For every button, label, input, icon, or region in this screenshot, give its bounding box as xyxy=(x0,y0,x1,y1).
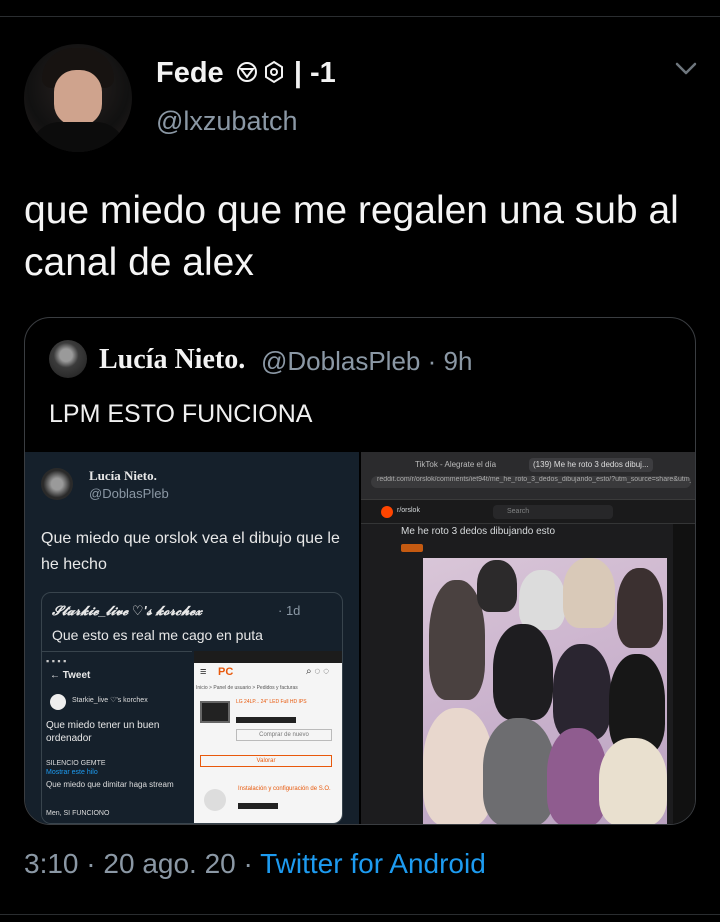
media-image-left[interactable]: Lucía Nieto. @DoblasPleb Que miedo que o… xyxy=(25,452,359,824)
phone-name: Starkie_live ♡'s korchex xyxy=(72,697,148,704)
shop-breadcrumb: Inicio > Panel de usuario > Pedidos y fa… xyxy=(196,685,298,691)
user-handle[interactable]: @lxzubatch xyxy=(156,106,297,137)
phone-line1: SILENCIO GEMTE xyxy=(46,760,106,767)
product-name: LG 24LP... 24" LED Full HD IPS xyxy=(236,699,307,705)
browser-toolbar: TikTok - Alegrate el día (139) Me he rot… xyxy=(361,452,695,500)
post-flair xyxy=(401,544,423,552)
figure-12 xyxy=(599,738,667,824)
emoji-icons xyxy=(236,60,283,84)
browser-tab-1: TikTok - Alegrate el día xyxy=(415,460,497,469)
buy-again-button: Comprar de nuevo xyxy=(236,729,332,741)
service-name: Instalación y configuración de S.O. xyxy=(238,786,331,792)
dot-separator: · xyxy=(427,346,444,376)
figure-2 xyxy=(477,560,517,612)
figure-3 xyxy=(519,570,565,630)
display-name-text: Fede xyxy=(156,57,224,89)
media-image-right[interactable]: TikTok - Alegrate el día (139) Me he rot… xyxy=(361,452,695,824)
avatar-face xyxy=(54,70,102,126)
figure-7 xyxy=(553,644,611,740)
reddit-header: r/orslok Search xyxy=(361,500,695,524)
dot-separator: · xyxy=(243,848,261,879)
inner-quoted-name: 𝓢𝓽𝓪𝓻𝓴𝓲𝓮_𝓵𝓲𝓿𝓮 ♡'𝓼 𝓴𝓸𝓻𝓬𝓱𝓮𝔁 xyxy=(52,603,203,618)
reddit-search: Search xyxy=(493,505,613,519)
phone-tweet-header: ← Tweet xyxy=(50,670,91,681)
quoted-text: LPM ESTO FUNCIONA xyxy=(49,400,313,428)
quoted-handle: @DoblasPleb xyxy=(261,346,421,376)
top-divider xyxy=(0,16,720,17)
drawing-artwork xyxy=(423,558,667,824)
search-icon: ⌕ ◌ ◌ xyxy=(306,666,330,677)
status-bar: ▪ ▪ ▪ ▪ xyxy=(46,656,67,666)
phone-line3: Que miedo que dimitar haga stream xyxy=(46,780,174,789)
service-icon xyxy=(204,789,226,811)
figure-6 xyxy=(493,624,553,720)
tweet-time: 3:10 xyxy=(24,848,79,879)
profile-avatar[interactable] xyxy=(24,44,132,152)
inner-tweet-text: Que miedo que orslok vea el dibujo que l… xyxy=(41,530,340,573)
inner-avatar xyxy=(41,468,73,500)
quoted-meta: @DoblasPleb · 9h xyxy=(261,346,472,377)
tweet-text: que miedo que me regalen una sub al cana… xyxy=(24,189,679,284)
phone-status-bar xyxy=(194,651,342,663)
rate-button: Valorar xyxy=(200,755,332,767)
menu-icon: ≡ xyxy=(200,666,207,678)
phone-avatar xyxy=(50,694,66,710)
phone-text2: ordenador xyxy=(46,733,92,744)
bottom-divider xyxy=(0,914,720,915)
phone-line2: Mostrar este hilo xyxy=(46,769,98,776)
figure-11 xyxy=(547,728,607,824)
inner-display-name: Lucía Nieto. xyxy=(89,468,157,483)
quoted-avatar xyxy=(49,340,87,378)
phone-screenshot-shop: ≡ PC ⌕ ◌ ◌ Inicio > Panel de usuario > P… xyxy=(194,651,342,823)
reddit-icon xyxy=(381,506,393,518)
chevron-down-icon[interactable] xyxy=(674,60,698,78)
inner-handle: @DoblasPleb xyxy=(89,486,169,501)
quoted-tweet[interactable]: Lucía Nieto. @DoblasPleb · 9h LPM ESTO F… xyxy=(24,317,696,825)
quoted-age: 9h xyxy=(443,346,473,376)
subreddit-name: r/orslok xyxy=(397,507,420,514)
address-bar: reddit.com/r/orslok/comments/iet94t/me_h… xyxy=(371,476,691,488)
tweet-source-link[interactable]: Twitter for Android xyxy=(260,848,486,879)
phone-text1: Que miedo tener un buen xyxy=(46,720,160,731)
tweet-timestamp[interactable]: 3:10 · 20 ago. 20 · Twitter for Android xyxy=(24,848,486,880)
quoted-display-name: Lucía Nieto. xyxy=(99,344,246,375)
redacted-bar xyxy=(236,717,296,723)
browser-tab-2: (139) Me he roto 3 dedos dibuj... xyxy=(529,458,653,472)
phone-line4: Men, SI FUNCIONO xyxy=(46,810,110,817)
figure-4 xyxy=(563,558,615,628)
figure-10 xyxy=(483,718,555,824)
post-title: Me he roto 3 dedos dibujando esto xyxy=(401,526,555,537)
monitor-thumbnail xyxy=(200,701,230,723)
redacted-bar-2 xyxy=(238,803,278,809)
name-suffix: | -1 xyxy=(293,57,336,89)
inner-quoted-age: · 1d xyxy=(278,603,301,618)
avatar-shirt xyxy=(30,122,126,152)
inner-quoted-tweet: 𝓢𝓽𝓪𝓻𝓴𝓲𝓮_𝓵𝓲𝓿𝓮 ♡'𝓼 𝓴𝓸𝓻𝓬𝓱𝓮𝔁 · 1d Que esto e… xyxy=(41,592,343,824)
phone-tweet-header-text: Tweet xyxy=(62,670,91,681)
phone-screenshot-twitter: ▪ ▪ ▪ ▪ ← Tweet Starkie_live ♡'s korchex… xyxy=(42,651,192,823)
figure-5 xyxy=(617,568,663,648)
reddit-sidebar xyxy=(673,524,695,824)
shop-logo: PC xyxy=(218,666,234,678)
display-name[interactable]: Fede | -1 xyxy=(156,57,336,90)
inner-quoted-text: Que esto es real me cago en puta xyxy=(52,627,263,643)
tweet-date: 20 ago. 20 xyxy=(103,848,236,879)
dot-separator: · xyxy=(86,848,104,879)
